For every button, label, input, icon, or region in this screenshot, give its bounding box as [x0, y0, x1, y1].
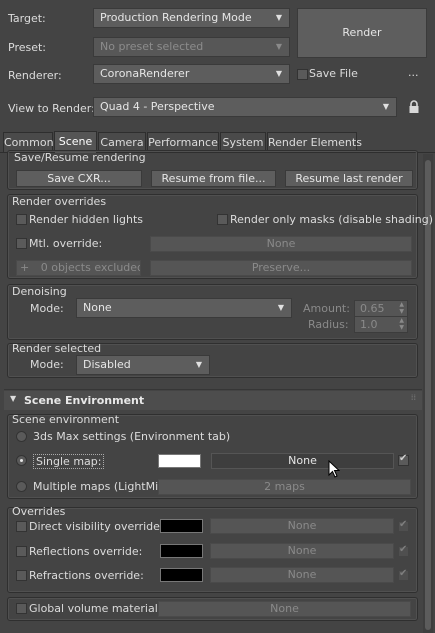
render-selected-mode-value: Disabled: [83, 358, 131, 371]
tab-camera[interactable]: Camera: [98, 132, 146, 152]
global-volume-checkbox[interactable]: [16, 603, 27, 614]
direct-visibility-color-swatch[interactable]: [160, 519, 203, 533]
resume-last-render-button[interactable]: Resume last render: [285, 170, 413, 187]
direct-visibility-label: Direct visibility override:: [29, 520, 164, 533]
direct-visibility-map-enabled-checkbox[interactable]: [398, 519, 409, 532]
scene-environment-group-title: Scene environment: [12, 413, 120, 426]
view-to-render-label: View to Render:: [8, 102, 95, 115]
excluded-objects-button[interactable]: + 0 objects excluded...: [16, 260, 141, 276]
mtl-override-map-button[interactable]: None: [150, 236, 412, 252]
amount-spinner[interactable]: 0.65 ▲ ▼: [354, 300, 408, 317]
denoising-mode-dropdown[interactable]: None ▼: [76, 298, 292, 318]
radius-label: Radius:: [308, 318, 349, 331]
single-map-enabled-checkbox[interactable]: [398, 453, 409, 466]
radius-value: 1.0: [360, 318, 378, 331]
amount-label: Amount:: [303, 302, 350, 315]
more-options-button[interactable]: ...: [408, 66, 419, 79]
mtl-override-checkbox[interactable]: [16, 238, 27, 249]
preserve-button[interactable]: Preserve...: [150, 260, 412, 276]
chevron-down-icon: ▼: [275, 42, 282, 51]
target-value: Production Rendering Mode: [100, 11, 252, 24]
scene-environment-rollout-header[interactable]: ▼ Scene Environment ⁞⁞: [4, 391, 422, 410]
view-to-render-dropdown[interactable]: Quad 4 - Perspective ▼: [93, 97, 397, 117]
preset-value: No preset selected: [100, 40, 204, 53]
chevron-down-icon: ▼: [275, 13, 282, 22]
resume-from-file-button[interactable]: Resume from file...: [151, 170, 276, 187]
excluded-objects-label: 0 objects excluded...: [40, 261, 140, 274]
reflections-override-checkbox[interactable]: [16, 546, 27, 557]
chevron-down-icon: ▼: [195, 360, 202, 369]
refractions-map-enabled-checkbox[interactable]: [398, 568, 409, 581]
collapse-arrow-icon: ▼: [10, 394, 17, 403]
chevron-down-icon: ▼: [277, 303, 284, 312]
render-selected-title: Render selected: [12, 342, 102, 355]
global-volume-map-button[interactable]: None: [158, 601, 411, 617]
radio-3ds-max-settings[interactable]: [16, 431, 27, 442]
target-dropdown[interactable]: Production Rendering Mode ▼: [93, 8, 290, 28]
render-overrides-title: Render overrides: [12, 195, 107, 208]
save-resume-title: Save/Resume rendering: [12, 153, 148, 163]
renderer-label: Renderer:: [8, 69, 62, 82]
render-button[interactable]: Render: [297, 8, 427, 58]
tab-system[interactable]: System: [220, 132, 266, 152]
single-map-color-swatch[interactable]: [158, 454, 201, 468]
plus-icon: +: [20, 261, 30, 274]
save-cxr-button[interactable]: Save CXR...: [16, 170, 142, 187]
direct-visibility-checkbox[interactable]: [16, 521, 27, 532]
radio-multiple-maps-label: Multiple maps (LightMix):: [33, 480, 173, 493]
save-file-checkbox[interactable]: [297, 69, 308, 80]
chevron-down-icon: ▼: [275, 69, 282, 78]
radio-single-map[interactable]: [16, 455, 27, 466]
render-only-masks-checkbox[interactable]: [217, 214, 228, 225]
direct-visibility-map-button[interactable]: None: [210, 518, 394, 534]
chevron-down-icon: ▼: [382, 102, 389, 111]
denoising-mode-label: Mode:: [30, 302, 64, 315]
reflections-color-swatch[interactable]: [160, 544, 203, 558]
radio-single-map-label: Single map:: [33, 454, 105, 469]
denoising-mode-value: None: [83, 301, 112, 314]
preset-dropdown[interactable]: No preset selected ▼: [93, 37, 290, 57]
render-selected-mode-dropdown[interactable]: Disabled ▼: [76, 355, 210, 375]
refractions-color-swatch[interactable]: [160, 568, 203, 582]
overrides-title: Overrides: [12, 505, 66, 518]
amount-value: 0.65: [360, 302, 385, 315]
single-map-button[interactable]: None: [211, 453, 394, 469]
refractions-override-label: Refractions override:: [29, 569, 144, 582]
scrollbar-thumb[interactable]: [425, 160, 431, 630]
reflections-map-enabled-checkbox[interactable]: [398, 544, 409, 557]
denoising-title: Denoising: [12, 285, 67, 298]
spinner-arrows-icon: ▲ ▼: [399, 301, 404, 315]
tab-common[interactable]: Common: [3, 132, 54, 152]
radius-spinner[interactable]: 1.0 ▲ ▼: [354, 316, 408, 333]
refractions-override-checkbox[interactable]: [16, 570, 27, 581]
render-selected-mode-label: Mode:: [30, 358, 64, 371]
drag-handle-icon[interactable]: ⁞⁞: [411, 393, 416, 402]
lock-icon[interactable]: [408, 100, 420, 114]
renderer-dropdown[interactable]: CoronaRenderer ▼: [93, 64, 290, 84]
render-hidden-lights-checkbox[interactable]: [16, 214, 27, 225]
refractions-map-button[interactable]: None: [210, 567, 394, 583]
reflections-override-label: Reflections override:: [29, 545, 143, 558]
tab-render-elements[interactable]: Render Elements: [267, 132, 362, 152]
spinner-arrows-icon: ▲ ▼: [399, 317, 404, 331]
target-label: Target:: [8, 12, 46, 25]
render-hidden-lights-label: Render hidden lights: [29, 213, 143, 226]
save-file-label: Save File: [309, 67, 358, 80]
global-volume-label: Global volume material:: [29, 602, 162, 615]
radio-3ds-max-settings-label: 3ds Max settings (Environment tab): [33, 430, 231, 443]
view-value: Quad 4 - Perspective: [100, 100, 215, 113]
tab-performance[interactable]: Performance: [147, 132, 219, 152]
scene-environment-title: Scene Environment: [24, 394, 145, 407]
multiple-maps-button[interactable]: 2 maps: [158, 479, 411, 495]
mtl-override-label: Mtl. override:: [29, 237, 103, 250]
mouse-cursor-icon: [328, 459, 341, 479]
reflections-map-button[interactable]: None: [210, 543, 394, 559]
radio-multiple-maps[interactable]: [16, 481, 27, 492]
preset-label: Preset:: [8, 41, 47, 54]
renderer-value: CoronaRenderer: [100, 67, 190, 80]
render-only-masks-label: Render only masks (disable shading): [230, 213, 434, 226]
